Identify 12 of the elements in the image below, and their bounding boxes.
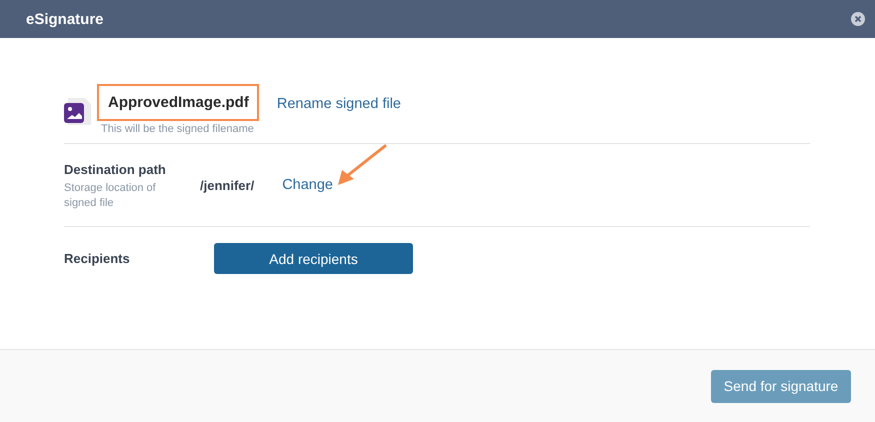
destination-label: Destination path [64,162,167,177]
recipients-label: Recipients [64,251,131,266]
rename-link[interactable]: Rename signed file [276,96,401,112]
destination-path: /jennifer/ [200,178,254,193]
file-name: ApprovedImage.pdf [97,84,259,121]
window-title: eSignature [26,10,104,28]
close-icon[interactable] [851,12,865,26]
image-file-icon [64,98,91,125]
add-recipients-button[interactable]: Add recipients [214,243,413,274]
filename-hint: This will be the signed filename [101,122,255,137]
change-link[interactable]: Change [282,177,333,193]
destination-hint: Storage location of signed file [64,181,157,211]
